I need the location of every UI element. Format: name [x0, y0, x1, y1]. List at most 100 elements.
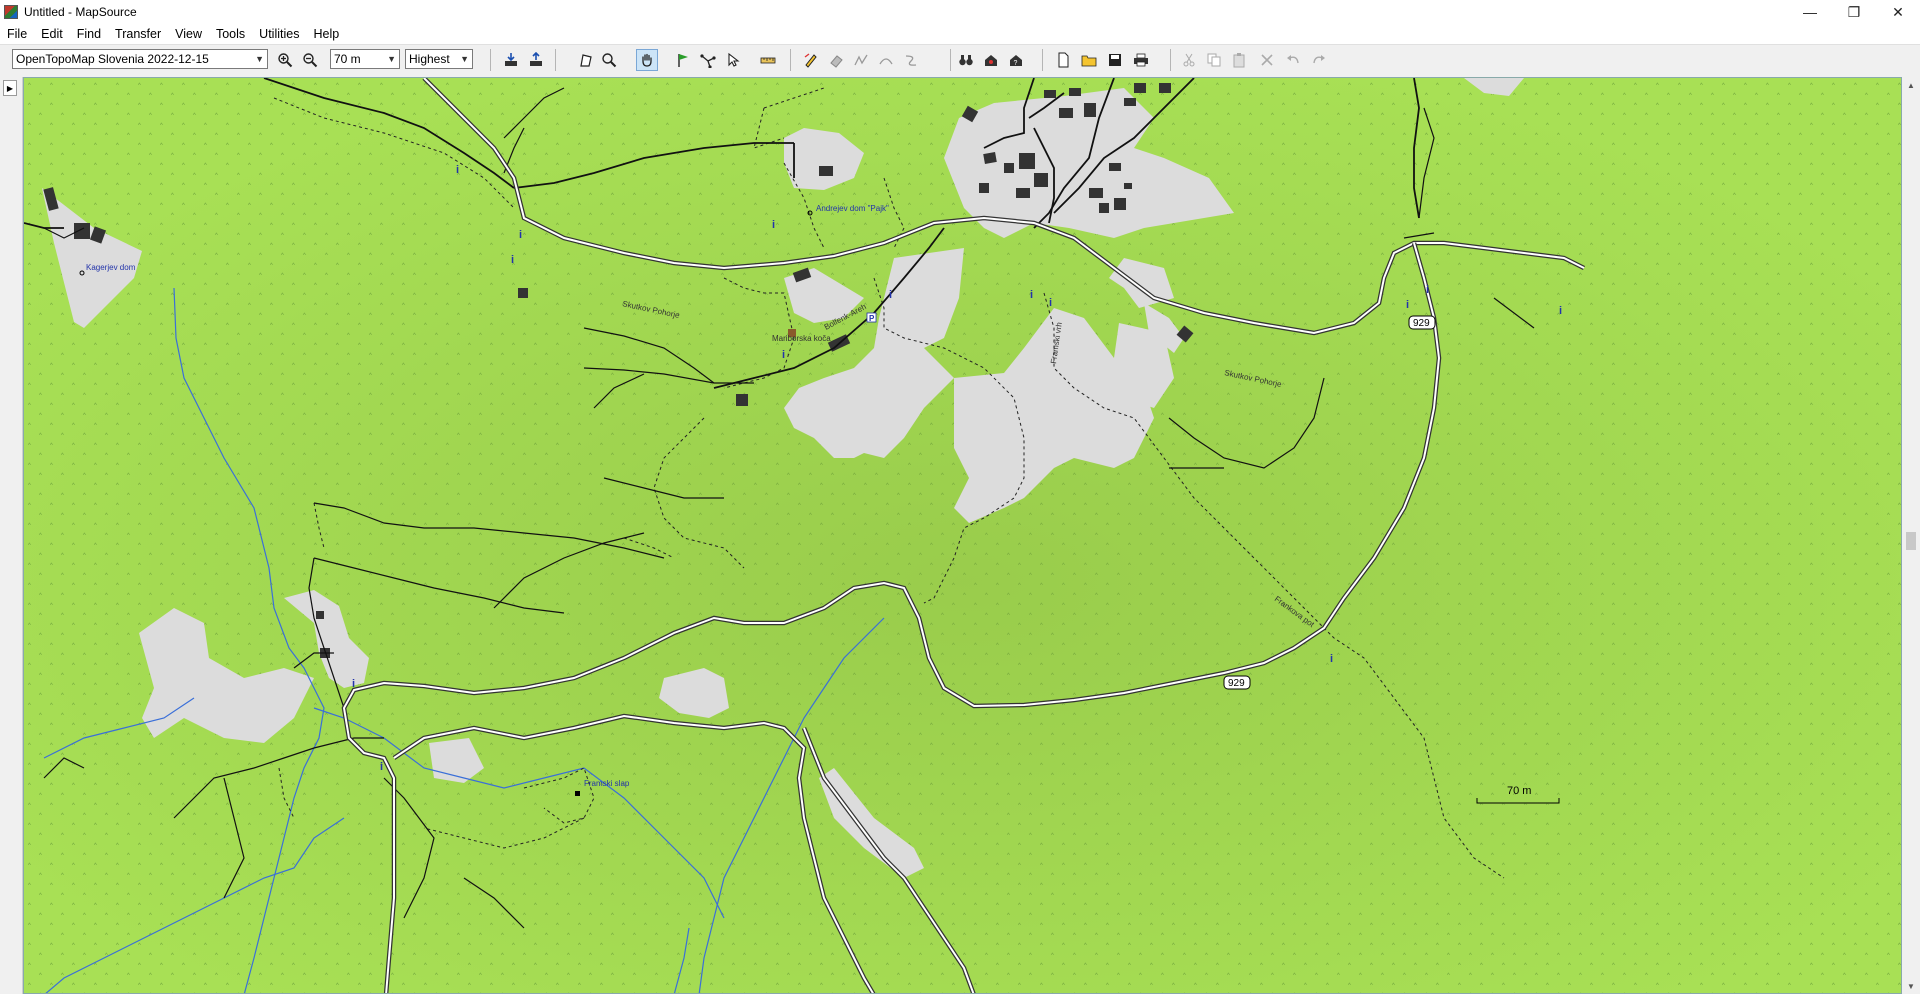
- detail-level-select[interactable]: Highest ▼: [405, 49, 473, 69]
- find-nearest-icon: ?: [1010, 55, 1022, 67]
- maximize-button[interactable]: ❐: [1832, 0, 1876, 24]
- join-track-button[interactable]: [875, 49, 897, 71]
- menu-file[interactable]: File: [0, 24, 34, 44]
- info-point-icon[interactable]: i: [782, 349, 785, 361]
- delete-button[interactable]: [1256, 49, 1278, 71]
- receive-from-device-button[interactable]: [500, 49, 522, 71]
- waterfall-icon[interactable]: [575, 791, 580, 796]
- zoom-scale-select[interactable]: 70 m ▼: [330, 49, 400, 69]
- zoom-in-button[interactable]: [274, 49, 296, 71]
- toolbar-separator: [1042, 49, 1043, 71]
- undo-button[interactable]: [1282, 49, 1304, 71]
- eraser-button[interactable]: [825, 49, 847, 71]
- selection-tool-button[interactable]: [722, 49, 744, 71]
- info-point-icon[interactable]: i: [1049, 297, 1052, 309]
- route-shield-number: 929: [1228, 678, 1245, 689]
- send-to-device-button[interactable]: [525, 49, 547, 71]
- building: [1016, 188, 1030, 198]
- paste-button[interactable]: [1228, 49, 1250, 71]
- chevron-down-icon: ▼: [460, 54, 469, 64]
- label-framski-slap: Framski slap: [584, 779, 630, 788]
- menu-edit[interactable]: Edit: [34, 24, 70, 44]
- menu-tools[interactable]: Tools: [209, 24, 252, 44]
- reverse-track-button[interactable]: [900, 49, 922, 71]
- divide-track-button[interactable]: [850, 49, 872, 71]
- save-button[interactable]: [1104, 49, 1126, 71]
- info-point-icon[interactable]: i: [511, 254, 514, 266]
- toolbar-separator: [1170, 49, 1171, 71]
- copy-icon: [1207, 53, 1221, 67]
- menu-find[interactable]: Find: [70, 24, 108, 44]
- chevron-down-icon: ▼: [255, 54, 264, 64]
- open-file-button[interactable]: [1078, 49, 1100, 71]
- new-file-button[interactable]: [1052, 49, 1074, 71]
- scroll-up-button[interactable]: ▲: [1902, 77, 1920, 93]
- expand-panel-button[interactable]: ▶: [3, 80, 17, 96]
- building: [983, 152, 997, 164]
- label-andrejev-dom: Andrejev dom "Pajk": [816, 204, 889, 213]
- map-canvas[interactable]: ^ ^: [24, 78, 1902, 994]
- parking-label: P: [869, 314, 875, 323]
- track-draw-button[interactable]: [800, 49, 822, 71]
- building: [1114, 198, 1126, 210]
- waypoint-tool-button[interactable]: [672, 49, 694, 71]
- minimize-button[interactable]: —: [1788, 0, 1832, 24]
- building: [819, 166, 833, 176]
- label-kagerjev-dom: Kagerjev dom: [86, 263, 136, 272]
- ruler-icon: [760, 57, 776, 64]
- building: [736, 394, 748, 406]
- flag-icon: [678, 54, 688, 67]
- scissors-track-icon: [854, 54, 868, 66]
- building: [1034, 173, 1048, 187]
- map-product-select[interactable]: OpenTopoMap Slovenia 2022-12-15 ▼: [12, 49, 268, 69]
- route-shield-number: 929: [1413, 318, 1430, 329]
- zoom-tool-button[interactable]: [598, 49, 620, 71]
- info-point-icon[interactable]: i: [380, 761, 383, 773]
- find-nearest-button[interactable]: ?: [1005, 49, 1027, 71]
- route-tool-button[interactable]: [697, 49, 719, 71]
- new-file-icon: [1058, 52, 1069, 68]
- info-point-icon[interactable]: i: [889, 289, 892, 301]
- menu-help[interactable]: Help: [306, 24, 346, 44]
- info-point-icon[interactable]: i: [1559, 305, 1562, 317]
- menu-transfer[interactable]: Transfer: [108, 24, 168, 44]
- redo-button[interactable]: [1308, 49, 1330, 71]
- find-button[interactable]: [955, 49, 977, 71]
- scroll-thumb[interactable]: [1906, 532, 1916, 550]
- map-tool-button[interactable]: [575, 49, 597, 71]
- open-folder-icon: [1081, 55, 1097, 67]
- menu-view[interactable]: View: [168, 24, 209, 44]
- info-point-icon[interactable]: i: [352, 678, 355, 690]
- building: [1109, 163, 1121, 171]
- join-track-icon: [879, 58, 893, 65]
- info-point-icon[interactable]: i: [1406, 299, 1409, 311]
- menu-utilities[interactable]: Utilities: [252, 24, 306, 44]
- info-point-icon[interactable]: i: [1030, 289, 1033, 301]
- menu-bar: File Edit Find Transfer View Tools Utili…: [0, 24, 1920, 45]
- paste-icon: [1233, 53, 1245, 68]
- map-view[interactable]: ^ ^: [23, 77, 1902, 994]
- map-tool-icon: [580, 54, 592, 67]
- vertical-scrollbar[interactable]: ▲ ▼: [1902, 77, 1920, 994]
- building: [1124, 183, 1132, 189]
- info-point-icon[interactable]: i: [1426, 284, 1429, 296]
- detail-level-value: Highest: [409, 52, 450, 66]
- info-point-icon[interactable]: i: [772, 219, 775, 231]
- zoom-out-button[interactable]: [299, 49, 321, 71]
- label-mariborska-koca: Mariborska koča: [772, 334, 831, 343]
- hand-tool-button[interactable]: [636, 49, 658, 71]
- copy-button[interactable]: [1203, 49, 1225, 71]
- find-places-button[interactable]: [980, 49, 1002, 71]
- info-point-icon[interactable]: i: [1330, 653, 1333, 665]
- toolbar-separator: [790, 49, 791, 71]
- zoom-in-icon: [278, 53, 293, 68]
- scroll-down-button[interactable]: ▼: [1902, 978, 1920, 994]
- info-point-icon[interactable]: i: [519, 229, 522, 241]
- distance-tool-button[interactable]: [757, 49, 779, 71]
- info-point-icon[interactable]: i: [456, 164, 459, 176]
- mapsource-app-icon[interactable]: [4, 5, 18, 19]
- print-button[interactable]: [1130, 49, 1152, 71]
- close-button[interactable]: ✕: [1876, 0, 1920, 24]
- window-title: Untitled - MapSource: [24, 5, 137, 19]
- cut-button[interactable]: [1178, 49, 1200, 71]
